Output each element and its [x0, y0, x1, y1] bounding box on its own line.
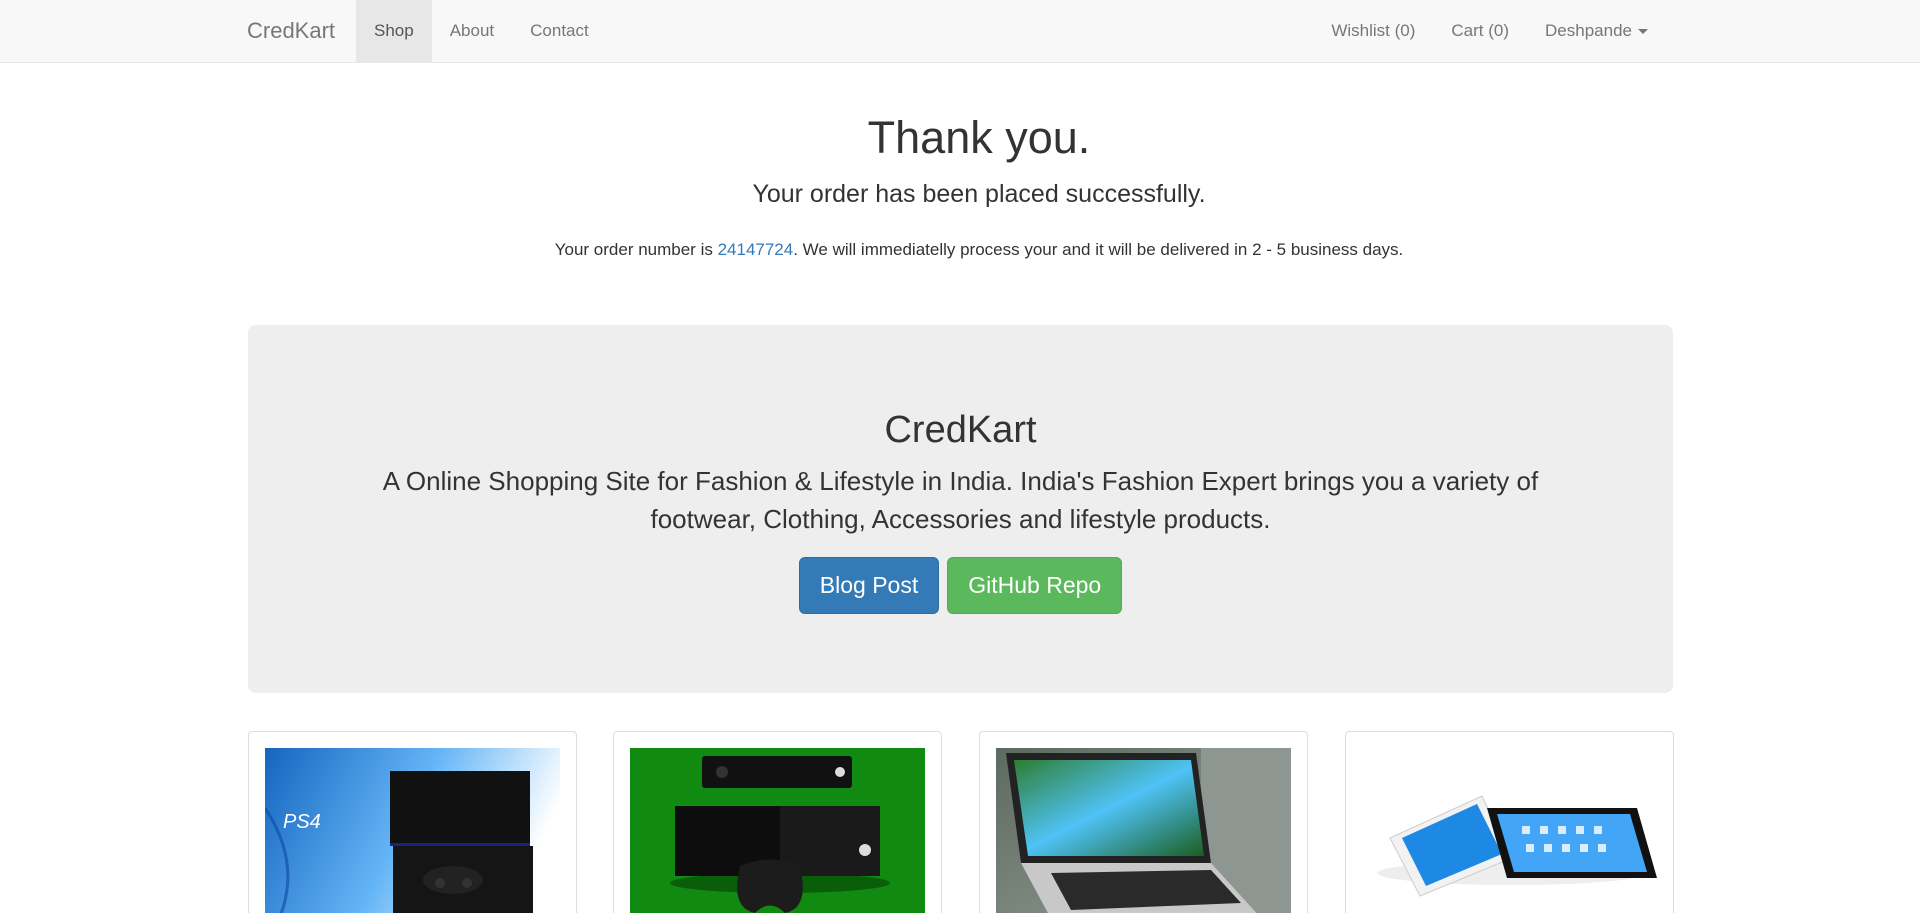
thank-you-title: Thank you. [867, 112, 1091, 163]
product-thumbnail-ipad[interactable] [1345, 731, 1674, 913]
order-suffix-text: . We will immediatelly process your and … [793, 240, 1404, 259]
jumbotron-buttons: Blog Post GitHub Repo [248, 557, 1673, 614]
order-number-message: Your order number is 24147724. We will i… [0, 238, 1920, 262]
nav-left: Shop About Contact [356, 0, 607, 62]
jumbotron-title: CredKart [884, 409, 1037, 451]
nav-contact-link[interactable]: Contact [512, 0, 607, 62]
caret-down-icon [1638, 29, 1648, 35]
user-menu-dropdown[interactable]: Deshpande [1527, 0, 1666, 62]
product-thumbnail-xbox[interactable] [613, 731, 942, 913]
jumbotron-description: A Online Shopping Site for Fashion & Lif… [382, 466, 1539, 534]
brand-link[interactable]: CredKart [247, 0, 335, 62]
product-thumbnail-ps4[interactable]: PS4 [248, 731, 577, 913]
cart-link[interactable]: Cart (0) [1433, 0, 1527, 62]
user-name: Deshpande [1545, 21, 1632, 40]
product-thumbnail-macbook[interactable] [979, 731, 1308, 913]
order-success-subtitle: Your order has been placed successfully. [752, 180, 1206, 208]
nav-right: Wishlist (0) Cart (0) Deshpande [1313, 0, 1666, 62]
macbook-laptop-image[interactable] [996, 748, 1291, 913]
order-number-link[interactable]: 24147724 [718, 240, 794, 259]
jumbotron: CredKart A Online Shopping Site for Fash… [248, 325, 1673, 693]
blog-post-button[interactable]: Blog Post [798, 557, 940, 614]
github-repo-button[interactable]: GitHub Repo [947, 557, 1123, 614]
nav-about-link[interactable]: About [432, 0, 512, 62]
xbox-one-console-image[interactable] [630, 748, 925, 913]
ps4-logo-text: PS4 [283, 811, 321, 833]
order-prefix-text: Your order number is [554, 240, 718, 259]
ipad-tablets-image[interactable] [1362, 748, 1657, 913]
wishlist-link[interactable]: Wishlist (0) [1313, 0, 1433, 62]
ps4-console-image[interactable]: PS4 [265, 748, 560, 913]
navbar: CredKart Shop About Contact Wishlist (0)… [0, 0, 1920, 63]
nav-shop-link[interactable]: Shop [356, 0, 432, 62]
